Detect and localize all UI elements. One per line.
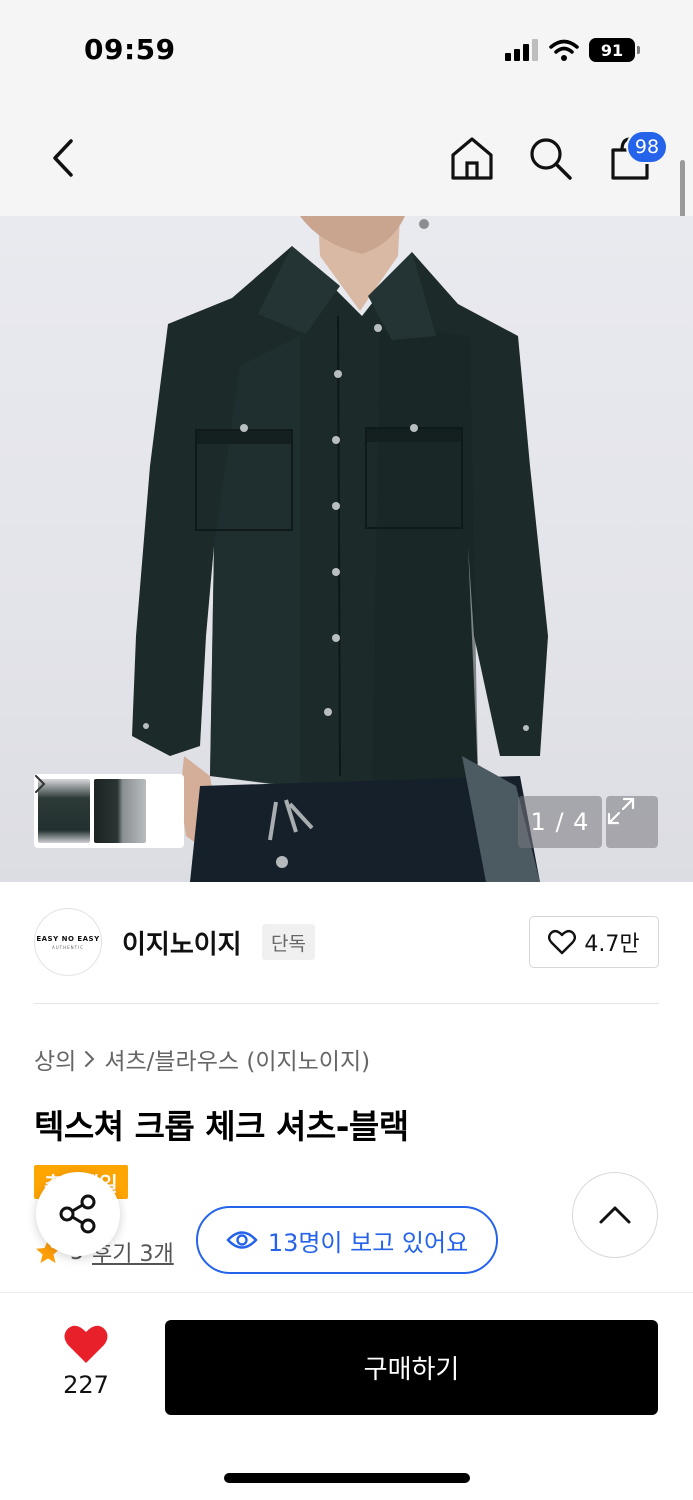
- search-button[interactable]: [524, 100, 576, 216]
- thumbnail-strip[interactable]: [34, 774, 184, 848]
- home-indicator[interactable]: [224, 1473, 470, 1483]
- brand-logo-text: EASY NO EASY: [36, 934, 100, 943]
- cart-count-badge: 98: [626, 130, 668, 164]
- status-icons: 91: [505, 38, 640, 62]
- brand-name-link[interactable]: 이지노이지: [122, 924, 242, 961]
- status-bar: 09:59 91: [0, 0, 693, 100]
- eye-icon: [226, 1231, 258, 1249]
- thumbnail-image[interactable]: [94, 779, 146, 843]
- expand-icon: [607, 797, 635, 825]
- brand-row: EASY NO EASY AUTHENTIC 이지노이지 단독 4.7만: [34, 906, 659, 978]
- home-button[interactable]: [446, 100, 498, 216]
- chevron-right-icon: [35, 775, 46, 793]
- breadcrumb-subcategory[interactable]: 셔츠/블라우스 (이지노이지): [104, 1042, 370, 1076]
- exclusive-badge: 단독: [262, 924, 315, 960]
- wifi-icon: [549, 39, 579, 61]
- brand-like-count: 4.7만: [584, 932, 640, 957]
- product-title: 텍스쳐 크롭 체크 셔츠-블랙: [34, 1107, 409, 1146]
- home-icon: [451, 137, 493, 180]
- brand-logo[interactable]: EASY NO EASY AUTHENTIC: [34, 908, 102, 976]
- divider: [34, 1003, 659, 1004]
- share-button[interactable]: [36, 1172, 120, 1256]
- search-icon: [530, 138, 572, 180]
- bottom-action-bar: 227 구매하기: [0, 1292, 693, 1500]
- share-icon: [59, 1194, 96, 1234]
- back-button[interactable]: [38, 100, 88, 216]
- heart-outline-icon: [548, 929, 577, 955]
- wishlist-count: 227: [63, 1371, 109, 1399]
- scroll-to-top-button[interactable]: [572, 1172, 658, 1258]
- cellular-signal-icon: [505, 39, 538, 61]
- buy-button[interactable]: 구매하기: [165, 1320, 658, 1415]
- status-time: 09:59: [84, 33, 176, 66]
- top-nav-bar: [0, 100, 693, 216]
- category-breadcrumb: 상의 셔츠/블라우스 (이지노이지): [34, 1042, 370, 1076]
- live-viewers-badge: 13명이 보고 있어요: [196, 1206, 498, 1274]
- brand-like-button[interactable]: 4.7만: [529, 916, 659, 968]
- chevron-up-icon: [599, 1206, 631, 1224]
- chevron-right-icon: [85, 1051, 95, 1067]
- breadcrumb-category[interactable]: 상의: [34, 1042, 76, 1076]
- wishlist-button[interactable]: 227: [40, 1323, 132, 1423]
- heart-filled-icon: [64, 1325, 108, 1363]
- chevron-left-icon: [53, 139, 73, 177]
- live-viewers-text: 13명이 보고 있어요: [267, 1228, 469, 1257]
- image-page-indicator: 1 / 4: [518, 796, 602, 848]
- battery-icon: 91: [589, 38, 640, 62]
- product-image-gallery[interactable]: 1 / 4: [0, 216, 693, 882]
- fullscreen-button[interactable]: [606, 796, 658, 848]
- brand-logo-subtext: AUTHENTIC: [51, 944, 85, 950]
